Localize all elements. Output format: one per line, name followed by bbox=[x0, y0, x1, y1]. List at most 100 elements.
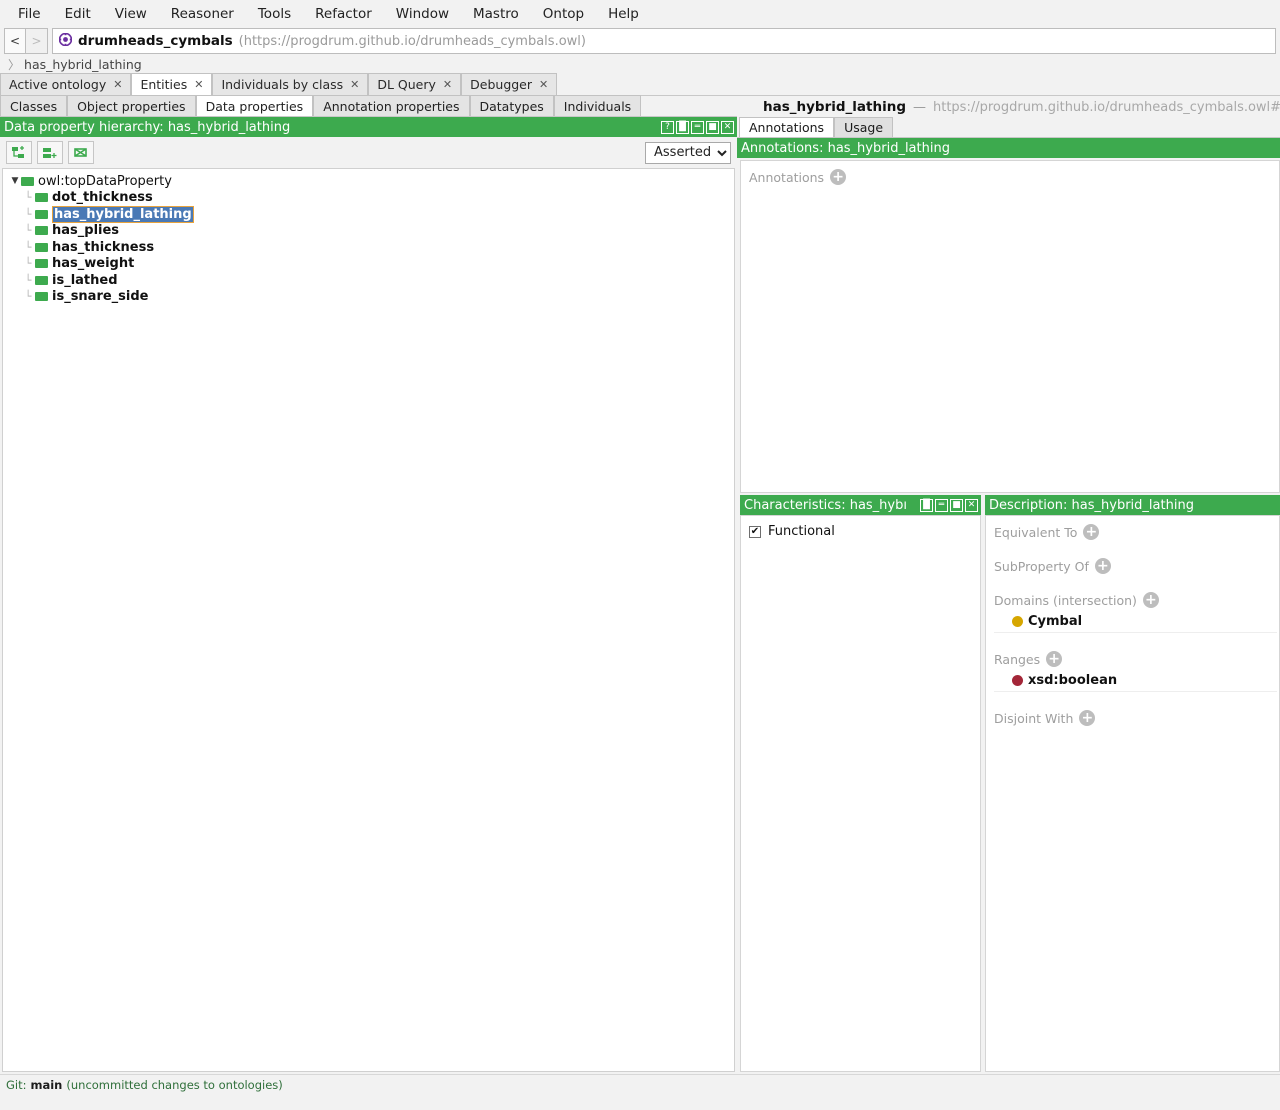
functional-checkbox[interactable]: ✔ bbox=[749, 525, 761, 538]
close-icon[interactable]: ✕ bbox=[350, 78, 359, 91]
close-icon[interactable]: ✕ bbox=[113, 78, 122, 91]
tree-item-label-selected: has_hybrid_lathing bbox=[52, 205, 194, 223]
tree-row-has-hybrid-lathing[interactable]: └ has_hybrid_lathing bbox=[3, 205, 734, 223]
add-sibling-property-icon bbox=[43, 147, 57, 158]
entity-view-tab-usage[interactable]: Usage bbox=[834, 117, 894, 137]
close-icon[interactable]: ✕ bbox=[539, 78, 548, 91]
tree-guide-icon: └ bbox=[24, 290, 32, 304]
add-sibling-property-button[interactable] bbox=[37, 141, 63, 164]
ontology-name: drumheads_cymbals bbox=[78, 33, 233, 49]
add-subproperty-of-button[interactable]: + bbox=[1094, 558, 1111, 574]
tree-row-has-weight[interactable]: └ has_weight bbox=[3, 256, 734, 273]
tree-row-is-lathed[interactable]: └ is_lathed bbox=[3, 272, 734, 289]
domain-item-cymbal[interactable]: Cymbal bbox=[994, 612, 1277, 633]
menu-item-tools[interactable]: Tools bbox=[246, 2, 303, 26]
description-group-domains: Domains (intersection) + Cymbal bbox=[994, 592, 1279, 633]
add-equivalent-to-button[interactable]: + bbox=[1083, 524, 1100, 540]
data-property-icon bbox=[35, 226, 48, 236]
tree-row-has-thickness[interactable]: └ has_thickness bbox=[3, 239, 734, 256]
tree-guide-icon: └ bbox=[24, 240, 32, 254]
close-button[interactable]: ✕ bbox=[965, 498, 978, 512]
status-git-branch: main bbox=[30, 1077, 63, 1092]
tree-item-label: dot_thickness bbox=[52, 190, 153, 206]
tree-row-dot-thickness[interactable]: └ dot_thickness bbox=[3, 190, 734, 207]
maximize-button[interactable]: ■ bbox=[706, 120, 719, 134]
menu-item-refactor[interactable]: Refactor bbox=[303, 2, 384, 26]
tab-entities[interactable]: Entities ✕ bbox=[131, 73, 213, 95]
data-property-icon bbox=[35, 209, 48, 219]
entity-header: has_hybrid_lathing — https://progdrum.gi… bbox=[737, 96, 1280, 118]
tab-dl-query[interactable]: DL Query ✕ bbox=[368, 73, 462, 95]
data-property-tree[interactable]: ▼ owl:topDataProperty └ dot_thickness └ … bbox=[2, 168, 735, 1072]
entity-tab-annotation-properties[interactable]: Annotation properties bbox=[313, 95, 470, 116]
entity-tab-datatypes[interactable]: Datatypes bbox=[469, 95, 554, 116]
location-bar: < > drumheads_cymbals (https://progdrum.… bbox=[0, 28, 1280, 54]
entity-tab-individuals[interactable]: Individuals bbox=[553, 95, 642, 116]
annotations-panel-title: Annotations: has_hybrid_lathing bbox=[741, 140, 950, 156]
tree-row-has-plies[interactable]: └ has_plies bbox=[3, 223, 734, 240]
menu-item-mastro[interactable]: Mastro bbox=[461, 2, 531, 26]
menu-item-window[interactable]: Window bbox=[384, 2, 461, 26]
add-sub-property-button[interactable] bbox=[6, 141, 32, 164]
breadcrumb-current[interactable]: has_hybrid_lathing bbox=[24, 57, 142, 72]
range-item-xsd-boolean[interactable]: xsd:boolean bbox=[994, 671, 1277, 692]
split-vertical-button[interactable]: ▐▌ bbox=[676, 120, 689, 134]
menu-item-file[interactable]: File bbox=[6, 2, 53, 26]
functional-checkbox-row[interactable]: ✔ Functional bbox=[749, 524, 980, 539]
menu-item-help[interactable]: Help bbox=[596, 2, 651, 26]
add-disjoint-with-button[interactable]: + bbox=[1079, 710, 1096, 726]
ontology-iri: (https://progdrum.github.io/drumheads_cy… bbox=[238, 33, 586, 49]
entity-view-tab-annotations[interactable]: Annotations bbox=[739, 117, 835, 137]
entity-view-tab-bar: Annotations Usage bbox=[737, 117, 1280, 138]
tree-guide-icon: └ bbox=[24, 257, 32, 271]
close-icon[interactable]: ✕ bbox=[194, 78, 203, 91]
menu-item-edit[interactable]: Edit bbox=[53, 2, 103, 26]
data-property-icon bbox=[35, 292, 48, 302]
data-property-icon bbox=[35, 242, 48, 252]
tab-individuals-by-class[interactable]: Individuals by class ✕ bbox=[212, 73, 369, 95]
status-bar: Git: main (uncommitted changes to ontolo… bbox=[0, 1074, 1280, 1094]
menu-item-reasoner[interactable]: Reasoner bbox=[159, 2, 246, 26]
add-annotation-button[interactable]: + bbox=[830, 169, 847, 185]
tab-label: Entities bbox=[140, 77, 188, 92]
tree-guide-icon: └ bbox=[24, 273, 32, 287]
description-panel: Description: has_hybrid_lathing Equivale… bbox=[985, 495, 1280, 1072]
help-button[interactable]: ? bbox=[661, 120, 674, 134]
add-domain-button[interactable]: + bbox=[1142, 592, 1159, 608]
tree-item-label: has_weight bbox=[52, 256, 135, 272]
split-vertical-button[interactable]: ▐▌ bbox=[920, 498, 933, 512]
annotations-section: Annotations + bbox=[749, 169, 1279, 185]
back-button[interactable]: < bbox=[4, 28, 26, 54]
expand-collapse-icon[interactable]: ▼ bbox=[9, 176, 21, 186]
forward-button[interactable]: > bbox=[26, 28, 48, 54]
description-group-equivalent-to: Equivalent To + bbox=[994, 524, 1279, 540]
entity-tab-classes[interactable]: Classes bbox=[0, 95, 68, 116]
tree-row-is-snare-side[interactable]: └ is_snare_side bbox=[3, 289, 734, 306]
close-icon[interactable]: ✕ bbox=[443, 78, 452, 91]
tab-active-ontology[interactable]: Active ontology ✕ bbox=[0, 73, 132, 95]
tree-row-owl-topdataproperty[interactable]: ▼ owl:topDataProperty bbox=[3, 173, 734, 190]
add-range-button[interactable]: + bbox=[1046, 651, 1063, 667]
menu-item-ontop[interactable]: Ontop bbox=[531, 2, 596, 26]
entity-name: has_hybrid_lathing bbox=[763, 99, 906, 115]
close-button[interactable]: ✕ bbox=[721, 120, 734, 134]
split-horizontal-button[interactable]: ═ bbox=[935, 498, 948, 512]
tab-label: Active ontology bbox=[9, 77, 107, 92]
breadcrumb: 〉 has_hybrid_lathing bbox=[0, 54, 1280, 74]
delete-property-button[interactable] bbox=[68, 141, 94, 164]
ontology-location-field[interactable]: drumheads_cymbals (https://progdrum.gith… bbox=[52, 28, 1276, 54]
tab-debugger[interactable]: Debugger ✕ bbox=[461, 73, 558, 95]
main-workspace: Classes Object properties Data propertie… bbox=[0, 95, 1280, 1074]
hierarchy-panel-header: Data property hierarchy: has_hybrid_lath… bbox=[0, 117, 737, 137]
view-mode-select[interactable]: Asserted Inferred bbox=[645, 141, 731, 164]
maximize-button[interactable]: ■ bbox=[950, 498, 963, 512]
entity-tab-data-properties[interactable]: Data properties bbox=[195, 95, 314, 116]
hierarchy-panel-title: Data property hierarchy: has_hybrid_lath… bbox=[4, 119, 291, 135]
split-horizontal-button[interactable]: ═ bbox=[691, 120, 704, 134]
bottom-split: Characteristics: has_hybı ▐▌ ═ ■ ✕ ✔ Fun… bbox=[737, 495, 1280, 1074]
tree-item-label: has_thickness bbox=[52, 239, 155, 255]
annotations-panel-header: Annotations: has_hybrid_lathing bbox=[737, 138, 1280, 158]
menu-item-view[interactable]: View bbox=[103, 2, 159, 26]
entity-tab-object-properties[interactable]: Object properties bbox=[67, 95, 196, 116]
description-group-subproperty-of: SubProperty Of + bbox=[994, 558, 1279, 574]
